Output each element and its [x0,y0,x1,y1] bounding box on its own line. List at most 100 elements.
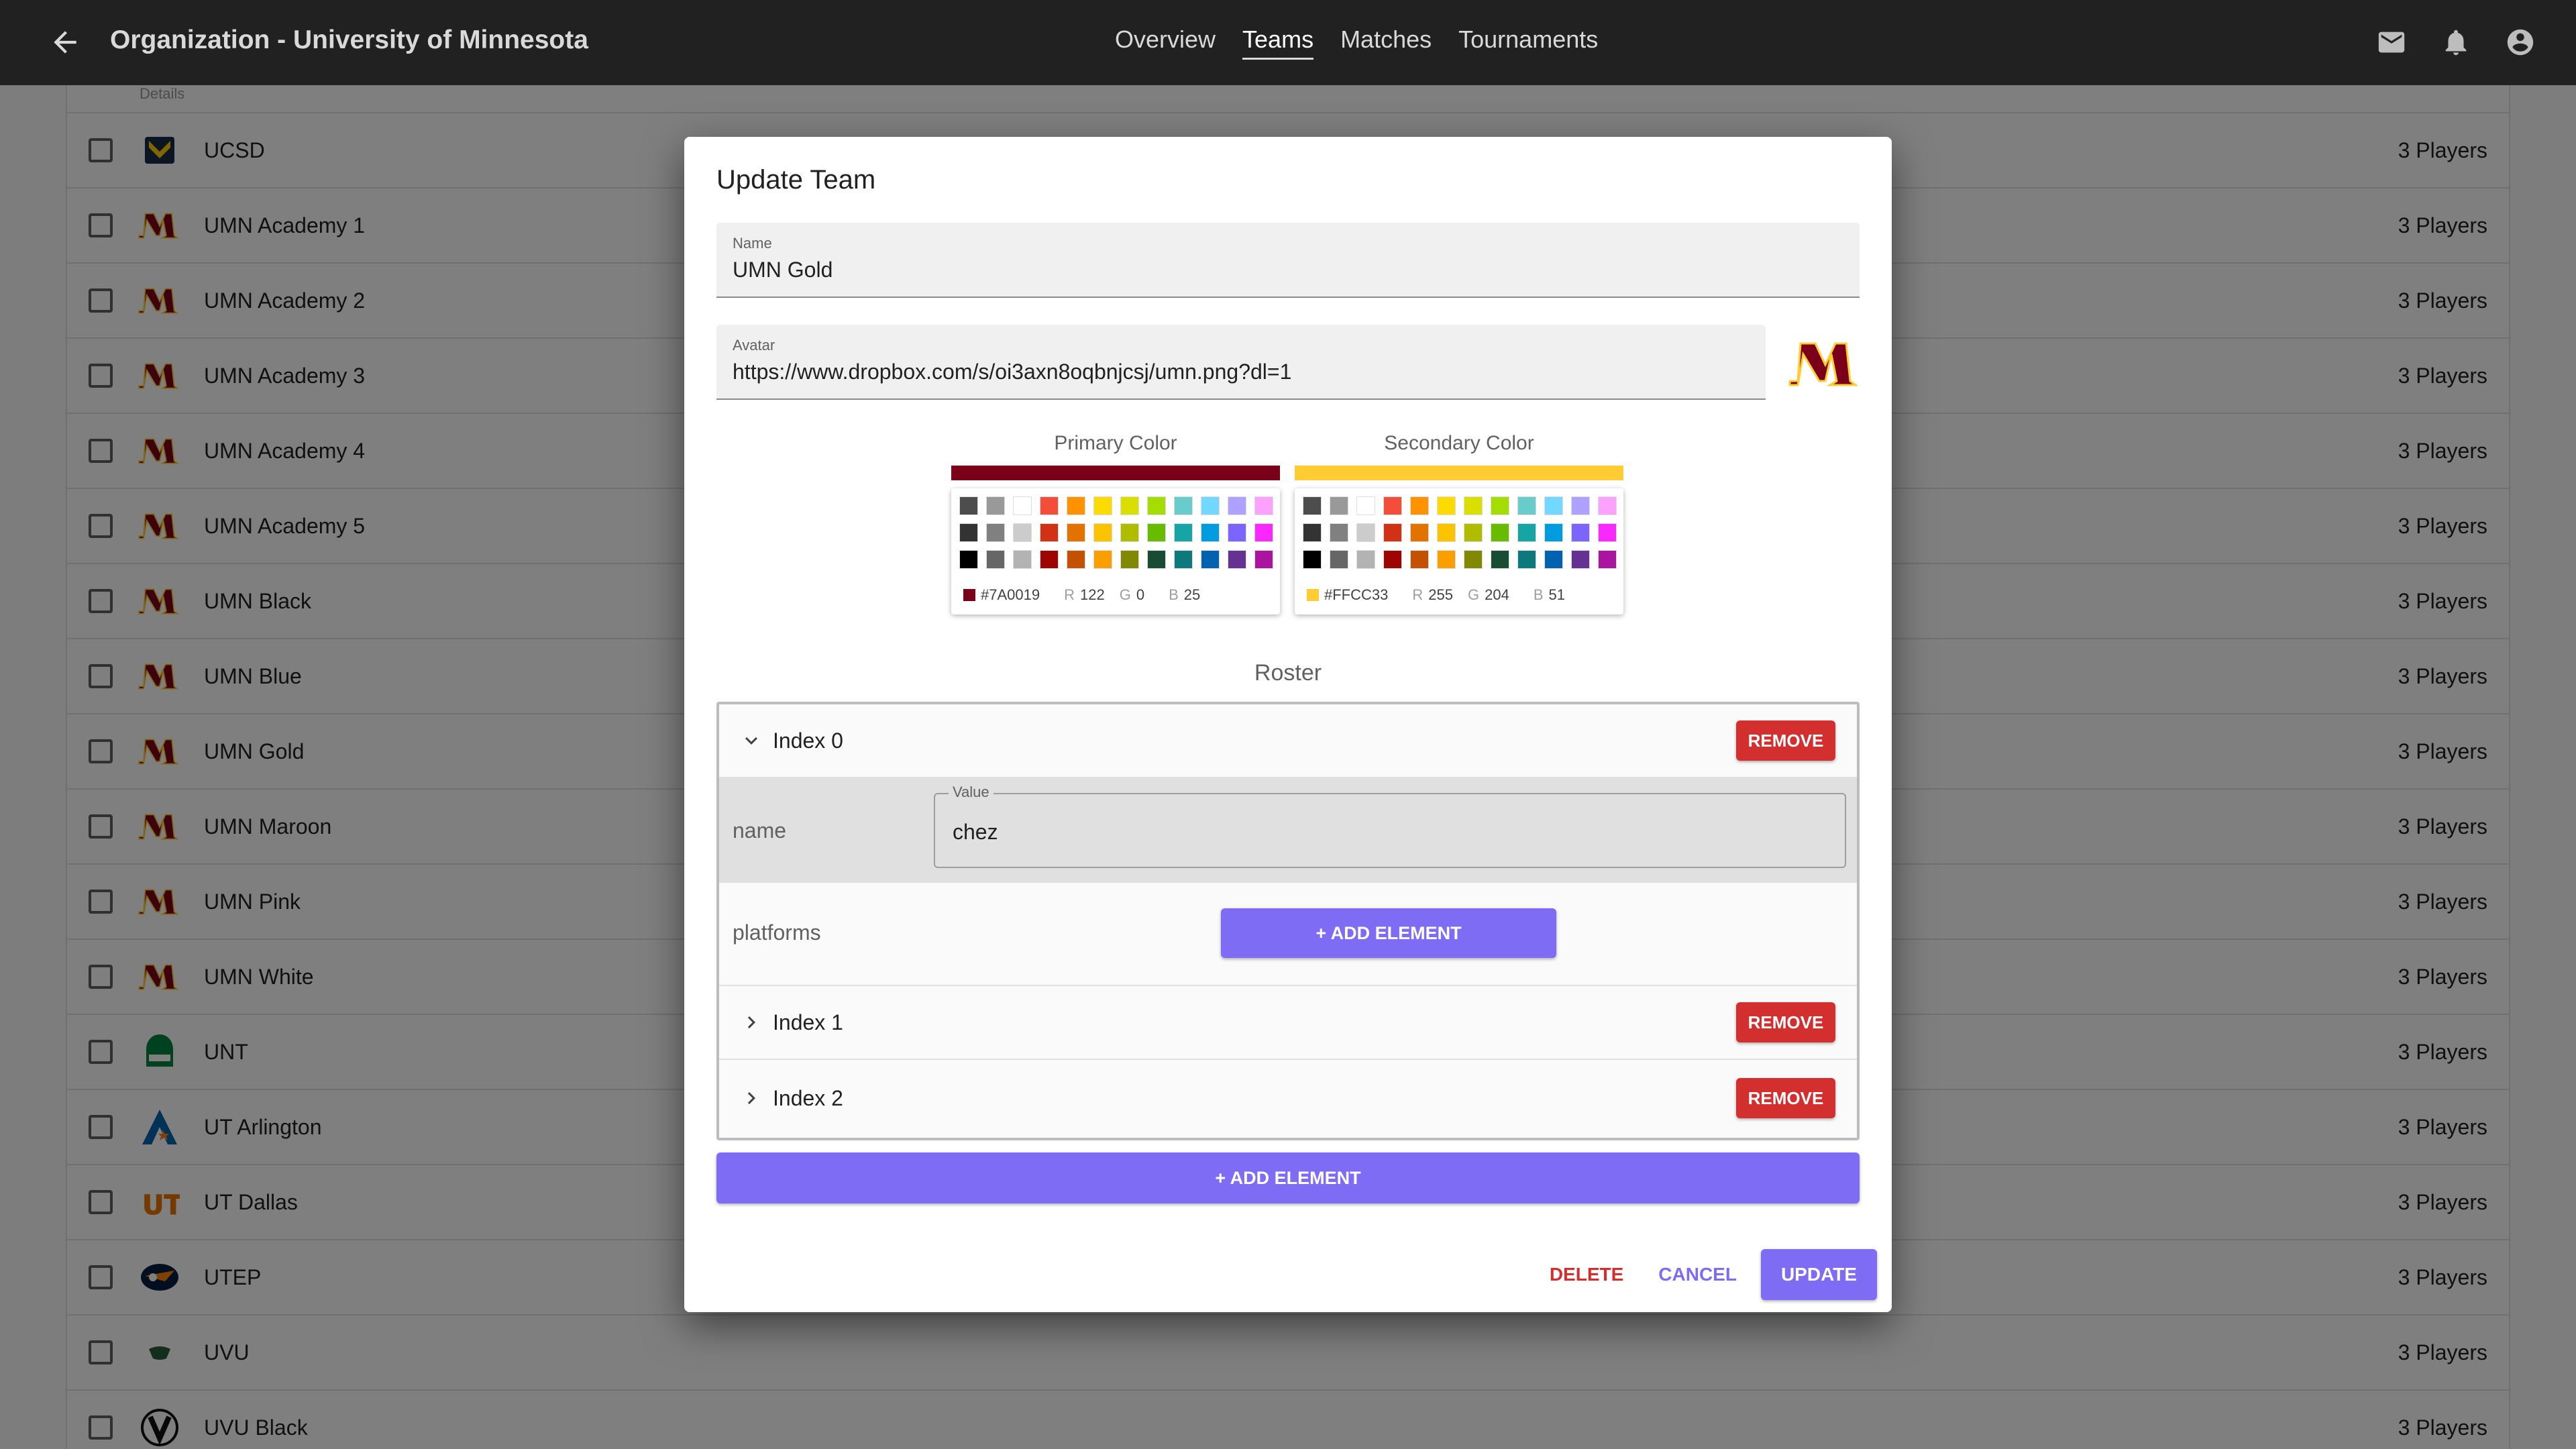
color-swatch[interactable] [1410,496,1429,515]
secondary-hex[interactable]: #FFCC33 [1324,586,1388,604]
color-swatch[interactable] [1147,496,1166,515]
name-field-value[interactable]: UMN Gold [733,258,833,282]
color-swatch[interactable] [1517,523,1536,542]
color-swatch[interactable] [1544,523,1563,542]
color-swatch[interactable] [986,496,1005,515]
color-swatch[interactable] [1147,523,1166,542]
color-swatch[interactable] [1067,550,1085,569]
color-swatch[interactable] [1174,550,1193,569]
color-swatch[interactable] [1598,523,1617,542]
remove-index-0-button[interactable]: REMOVE [1736,720,1835,761]
color-swatch[interactable] [959,550,978,569]
remove-index-2-button[interactable]: REMOVE [1736,1078,1835,1118]
color-swatch[interactable] [1067,523,1085,542]
color-swatch[interactable] [1383,550,1402,569]
color-swatch[interactable] [1303,523,1322,542]
add-roster-element-button[interactable]: + ADD ELEMENT [716,1152,1860,1203]
color-swatch[interactable] [1464,496,1483,515]
cancel-button[interactable]: CANCEL [1648,1250,1748,1299]
color-swatch[interactable] [1040,496,1059,515]
color-swatch[interactable] [1254,550,1273,569]
color-swatch[interactable] [1040,550,1059,569]
color-swatch[interactable] [986,523,1005,542]
name-field[interactable]: Name UMN Gold [716,223,1860,298]
color-swatch[interactable] [1013,550,1032,569]
color-swatch[interactable] [1228,523,1246,542]
color-swatch[interactable] [1093,523,1112,542]
secondary-r-value[interactable]: 255 [1428,586,1453,604]
color-swatch[interactable] [1303,496,1322,515]
color-swatch[interactable] [1491,496,1509,515]
update-button[interactable]: UPDATE [1760,1249,1877,1300]
color-swatch[interactable] [1228,496,1246,515]
nav-matches[interactable]: Matches [1340,25,1432,60]
color-swatch[interactable] [1571,496,1590,515]
color-swatch[interactable] [1120,550,1139,569]
color-swatch[interactable] [1254,523,1273,542]
color-swatch[interactable] [1571,550,1590,569]
primary-b-value[interactable]: 25 [1184,586,1200,604]
color-swatch[interactable] [1517,550,1536,569]
color-swatch[interactable] [1330,496,1348,515]
color-swatch[interactable] [959,523,978,542]
color-swatch[interactable] [1410,550,1429,569]
color-swatch[interactable] [1356,523,1375,542]
chevron-right-icon[interactable] [739,1010,763,1034]
color-swatch[interactable] [1147,550,1166,569]
roster-item-0-header[interactable]: Index 0 REMOVE [719,704,1857,778]
color-swatch[interactable] [1174,523,1193,542]
nav-teams[interactable]: Teams [1242,25,1314,60]
primary-r-value[interactable]: 122 [1080,586,1105,604]
color-swatch[interactable] [1093,550,1112,569]
roster-item-1-header[interactable]: Index 1 REMOVE [719,986,1857,1060]
bell-icon[interactable] [2440,27,2471,58]
color-swatch[interactable] [1120,496,1139,515]
color-swatch[interactable] [1571,523,1590,542]
color-swatch[interactable] [1093,496,1112,515]
color-swatch[interactable] [1201,550,1220,569]
color-swatch[interactable] [1437,496,1456,515]
color-swatch[interactable] [1013,523,1032,542]
color-swatch[interactable] [1254,496,1273,515]
account-icon[interactable] [2505,27,2536,58]
color-swatch[interactable] [1544,550,1563,569]
mail-icon[interactable] [2376,27,2407,58]
color-swatch[interactable] [1067,496,1085,515]
color-swatch[interactable] [1330,550,1348,569]
color-swatch[interactable] [959,496,978,515]
color-swatch[interactable] [1383,523,1402,542]
color-swatch[interactable] [1201,523,1220,542]
color-swatch[interactable] [1464,523,1483,542]
color-swatch[interactable] [1517,496,1536,515]
color-swatch[interactable] [1437,550,1456,569]
secondary-b-value[interactable]: 51 [1549,586,1565,604]
color-swatch[interactable] [1437,523,1456,542]
color-swatch[interactable] [1303,550,1322,569]
remove-index-1-button[interactable]: REMOVE [1736,1002,1835,1042]
primary-hex[interactable]: #7A0019 [981,586,1040,604]
nav-tournaments[interactable]: Tournaments [1458,25,1598,60]
value-field-text[interactable]: chez [953,820,998,845]
color-swatch[interactable] [1598,550,1617,569]
chevron-down-icon[interactable] [739,729,763,753]
color-swatch[interactable] [1356,496,1375,515]
back-arrow-icon[interactable] [48,25,82,59]
delete-button[interactable]: DELETE [1539,1250,1634,1299]
color-swatch[interactable] [1383,496,1402,515]
color-swatch[interactable] [1040,523,1059,542]
color-swatch[interactable] [1174,496,1193,515]
chevron-right-icon[interactable] [739,1086,763,1110]
color-swatch[interactable] [1013,496,1032,515]
avatar-field-value[interactable]: https://www.dropbox.com/s/oi3axn8oqbnjcs… [733,360,1291,384]
color-swatch[interactable] [1598,496,1617,515]
color-swatch[interactable] [1410,523,1429,542]
primary-g-value[interactable]: 0 [1136,586,1144,604]
color-swatch[interactable] [1491,550,1509,569]
color-swatch[interactable] [1464,550,1483,569]
color-swatch[interactable] [1228,550,1246,569]
secondary-g-value[interactable]: 204 [1485,586,1509,604]
color-swatch[interactable] [1356,550,1375,569]
add-platform-button[interactable]: + ADD ELEMENT [1221,908,1556,958]
roster-item-2-header[interactable]: Index 2 REMOVE [719,1061,1857,1135]
color-swatch[interactable] [1544,496,1563,515]
